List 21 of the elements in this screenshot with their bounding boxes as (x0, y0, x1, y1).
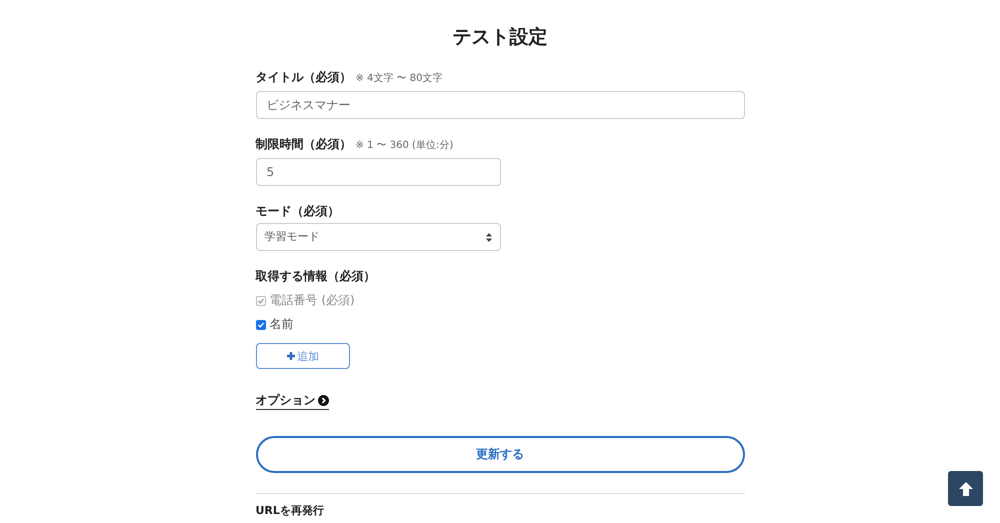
checkbox-option[interactable]: 名前 (256, 317, 744, 332)
field-label: タイトル（必須） (256, 70, 352, 84)
field-note: ※ 1 〜 360 (単位:分) (356, 139, 454, 153)
text-field[interactable]: ビジネスマナー (256, 91, 744, 119)
add-button[interactable]: 追加 (256, 343, 350, 369)
sort-caret-icon (486, 232, 492, 242)
field-label: 取得する情報（必須） (256, 269, 376, 283)
field-label: モード（必須） (256, 204, 340, 218)
field-note: ※ 4文字 〜 80文字 (356, 72, 443, 86)
chevron-right-icon (318, 394, 328, 406)
checkbox[interactable] (256, 320, 266, 330)
update-button[interactable]: 更新する (256, 436, 744, 474)
text-field[interactable]: 5 (256, 158, 500, 186)
page-title: テスト設定 (452, 25, 548, 50)
field-label: 制限時間（必須） (256, 137, 352, 151)
mode-select[interactable]: 学習モード (256, 223, 500, 251)
back-to-top-button[interactable] (948, 471, 983, 506)
arrow-up-icon (956, 480, 974, 498)
section-heading: URLを再発行 (256, 504, 325, 518)
plus-icon (286, 351, 296, 361)
options-link[interactable]: オプション (256, 393, 328, 410)
